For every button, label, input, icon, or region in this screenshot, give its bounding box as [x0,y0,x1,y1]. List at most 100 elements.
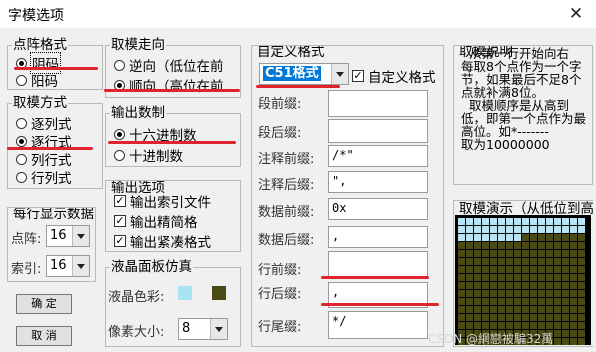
preview-pixel [466,266,473,273]
title-bar: 字模选项 ✕ [0,0,596,28]
check-output-tight[interactable]: ✓ 输出紧凑格式 [114,231,211,251]
radio-dot[interactable] [16,117,27,129]
cancel-button[interactable]: 取 消 [16,326,72,346]
preview-pixel [554,330,561,337]
preview-pixel [474,266,481,273]
preview-pixel [522,282,529,289]
preview-pixel [546,250,553,257]
preview-pixel [490,250,497,257]
preview-pixel [530,314,537,321]
radio-dot[interactable] [114,128,125,140]
lcd-color-swatch-dark[interactable] [212,286,226,300]
preview-pixel [554,218,561,225]
chevron-down-icon[interactable] [72,226,89,246]
dot-count-select[interactable]: 16 [46,225,90,247]
preview-pixel [498,258,505,265]
preview-pixel [578,322,585,329]
preview-pixel [570,234,577,241]
preview-pixel [538,258,545,265]
preview-pixel [562,258,569,265]
preview-pixel [546,226,553,233]
preview-pixel [482,274,489,281]
ok-button[interactable]: 确 定 [16,294,72,314]
preview-pixel [570,226,577,233]
preview-pixel [554,298,561,305]
dot-format-label: 点阵格式 [12,37,68,53]
preview-pixel [482,282,489,289]
preview-pixel [466,250,473,257]
preview-pixel [482,226,489,233]
data-prefix-input[interactable]: 0x [328,198,428,220]
preview-pixel [578,234,585,241]
preview-pixel [474,274,481,281]
row-end-input[interactable]: */ [328,311,428,339]
preview-pixel [546,274,553,281]
lcd-color-swatch-lit[interactable] [178,286,192,300]
preview-pixel [506,258,513,265]
preview-pixel [458,322,465,329]
preview-pixel [490,218,497,225]
preview-pixel [562,322,569,329]
radio-reverse-direction[interactable]: 逆向（低位在前 [114,55,240,75]
close-icon[interactable]: ✕ [564,3,588,25]
field-label: 数据前缀: [258,205,315,220]
radio-column-row-mode[interactable]: 列行式 [16,149,72,169]
chevron-down-icon[interactable] [331,64,348,84]
preview-pixel [546,282,553,289]
radio-row-column-mode[interactable]: 行列式 [16,167,72,187]
preview-pixel [578,306,585,313]
preview-pixel [530,242,537,249]
preview-pixel [570,218,577,225]
preview-pixel [578,338,585,345]
checkbox[interactable]: ✓ [114,215,126,227]
preview-pixel [474,250,481,257]
checkbox[interactable]: ✓ [114,195,126,207]
data-suffix-input[interactable]: , [328,226,428,248]
radio-positive-code[interactable]: 阳码 [16,70,58,90]
format-select[interactable]: C51格式 [259,63,349,85]
output-base-group: 输出数制 十六进制数 十进制数 [105,105,241,167]
checkbox[interactable]: ✓ [352,70,364,82]
radio-dot[interactable] [16,153,27,165]
radio-dot[interactable] [16,135,27,147]
preview-pixel [522,290,529,297]
check-output-compact[interactable]: ✓ 输出精简格 [114,211,198,231]
check-label: 自定义格式 [368,70,436,86]
chevron-down-icon[interactable] [210,319,227,339]
index-count-select[interactable]: 16 [46,255,90,277]
preview-pixel [546,298,553,305]
pixel-size-label: 像素大小: [108,325,165,340]
radio-column-mode[interactable]: 逐列式 [16,113,72,133]
check-output-index[interactable]: ✓ 输出索引文件 [114,191,211,211]
preview-pixel [538,218,545,225]
checkbox[interactable]: ✓ [114,235,126,247]
radio-dot[interactable] [16,171,27,183]
preview-pixel [570,282,577,289]
pixel-size-select[interactable]: 8 [178,318,228,340]
radio-dot[interactable] [16,74,27,86]
preview-pixel [514,226,521,233]
radio-forward-direction[interactable]: 顺向（高位在前 [114,75,240,95]
comment-suffix-input[interactable]: ", [328,171,428,193]
preview-pixel [530,258,537,265]
comment-prefix-input[interactable]: /*" [328,145,428,167]
radio-dot[interactable] [114,149,125,161]
radio-decimal[interactable]: 十进制数 [114,145,183,165]
segment-prefix-input[interactable] [328,90,428,117]
segment-suffix-input[interactable] [328,119,428,143]
preview-pixel [474,242,481,249]
chevron-down-icon[interactable] [72,256,89,276]
row-prefix-input[interactable] [328,251,428,279]
preview-pixel [498,290,505,297]
preview-pixel [546,306,553,313]
per-row-label: 每行显示数据 [12,207,95,222]
preview-pixel [522,322,529,329]
radio-dot[interactable] [114,59,125,71]
preview-pixel [562,314,569,321]
radio-label: 顺向（高位在前 [129,79,224,95]
check-custom-format[interactable]: ✓ 自定义格式 [352,66,436,86]
preview-pixel [506,266,513,273]
window-title: 字模选项 [8,8,64,24]
preview-pixel [490,306,497,313]
preview-pixel [482,234,489,241]
